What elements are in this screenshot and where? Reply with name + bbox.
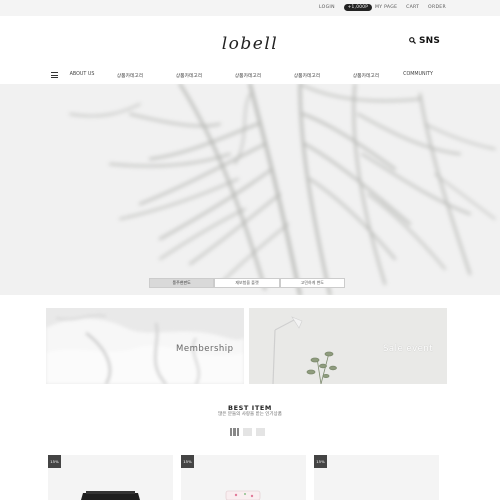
sale-event-label: Sale event bbox=[383, 344, 434, 354]
product-card[interactable]: 15% bbox=[48, 455, 173, 500]
points-badge: +1,000P bbox=[343, 4, 373, 11]
mypage-link[interactable]: MY PAGE bbox=[375, 5, 397, 10]
sunglasses-image bbox=[81, 491, 140, 500]
grid-2-icon[interactable] bbox=[243, 428, 252, 436]
hero-tab-1[interactable]: 풍주현판도 bbox=[149, 278, 215, 288]
search-icon bbox=[409, 37, 416, 44]
hero-slide-tabs: 풍주현판도 재보험을 플랫 고민하게 변도 bbox=[149, 278, 345, 288]
product-card[interactable]: 15% bbox=[181, 455, 306, 500]
nav-item-category-5[interactable]: 상품카테고리 bbox=[353, 72, 379, 79]
nav-item-about[interactable]: ABOUT US bbox=[70, 72, 95, 77]
order-link[interactable]: ORDER bbox=[428, 5, 446, 10]
hamburger-icon[interactable] bbox=[51, 72, 58, 78]
membership-label: Membership bbox=[176, 344, 234, 354]
list-icon[interactable] bbox=[256, 428, 265, 436]
nav-item-category-1[interactable]: 상품카테고리 bbox=[117, 72, 143, 79]
nav-item-community[interactable]: COMMUNITY bbox=[403, 72, 433, 77]
main-nav: ABOUT US 상품카테고리 상품카테고리 상품카테고리 상품카테고리 상품카… bbox=[0, 70, 500, 82]
best-item-subtitle: 많은 분들의 사랑을 받는 인기상품 bbox=[218, 412, 282, 417]
palm-shadow-image bbox=[69, 84, 496, 295]
membership-banner[interactable]: Membership bbox=[46, 308, 244, 384]
discount-badge: 15% bbox=[314, 455, 327, 468]
login-link[interactable]: LOGIN bbox=[319, 5, 335, 10]
top-utility-bar: LOGIN +1,000P MY PAGE CART ORDER bbox=[0, 0, 500, 16]
sns-button[interactable]: SNS bbox=[409, 36, 440, 46]
nav-item-category-3[interactable]: 상품카테고리 bbox=[235, 72, 261, 79]
sale-event-banner[interactable]: Sale event bbox=[249, 308, 447, 384]
cart-link[interactable]: CART bbox=[406, 5, 419, 10]
utility-links: LOGIN +1,000P MY PAGE CART ORDER bbox=[312, 4, 446, 11]
view-toggle bbox=[230, 428, 265, 436]
hero-banner[interactable] bbox=[0, 84, 500, 295]
product-card[interactable]: 15% bbox=[314, 455, 439, 500]
sns-label: SNS bbox=[419, 36, 441, 46]
hero-tab-2[interactable]: 재보험을 플랫 bbox=[214, 278, 280, 288]
nav-item-category-2[interactable]: 상품카테고리 bbox=[176, 72, 202, 79]
nav-item-category-4[interactable]: 상품카테고리 bbox=[294, 72, 320, 79]
cosmetic-jar-image bbox=[225, 490, 261, 500]
hero-tab-3[interactable]: 고민하게 변도 bbox=[279, 278, 345, 288]
grid-3-icon[interactable] bbox=[230, 428, 239, 436]
